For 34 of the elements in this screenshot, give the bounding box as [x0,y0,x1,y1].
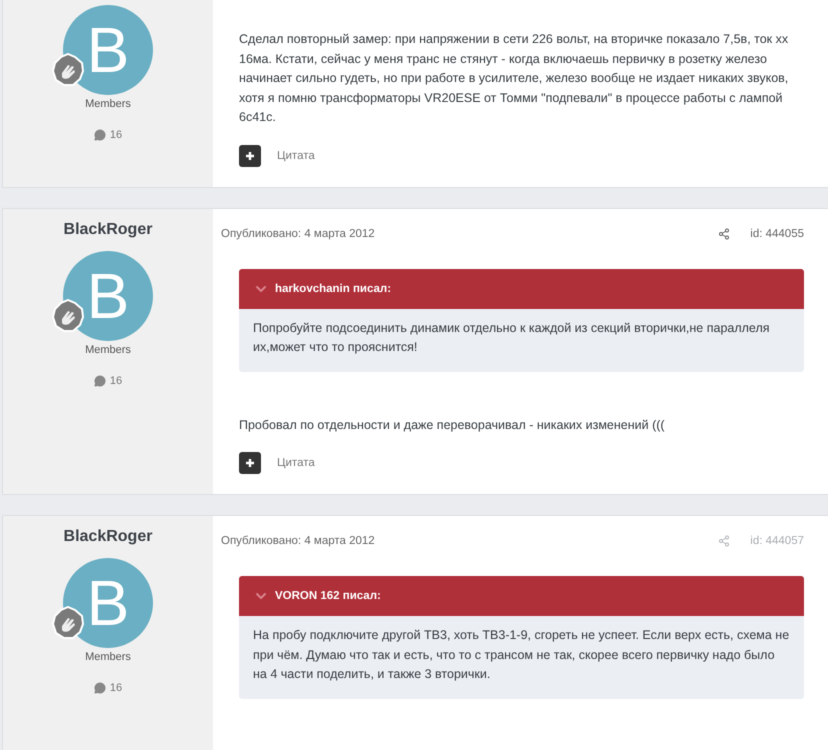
share-icon[interactable] [718,228,730,240]
comment-icon [94,682,106,694]
plus-button[interactable] [239,452,261,474]
quote-text: На пробу подключите другой ТВ3, хоть ТВ3-1-9, сгореть не успеет. Если верх есть, схема не при чём. Думаю что так и есть, что то с трансом не так, скорее всего первичку надо было на 4 части поделить, и также 3 вторички. [252,627,790,683]
post-text: Пробовал по отдельности и даже переворачивал - никаких изменений ((( [239,416,666,434]
badge-icon [51,53,85,87]
plus-icon [245,150,255,160]
author-name[interactable]: BlackRoger [64,528,152,546]
quote-text: Попробуйте подсоединить динамик отдельно к каждой из секций вторички,не параллеля их,может что то прояснится! [252,320,771,356]
published-date: Опубликовано: 4 марта 2012 [221,228,376,240]
avatar[interactable]: B [63,558,153,648]
post-text: Сделал повторный замер: при напряжении в сети 226 вольт, на вторичке показало 7,5в, ток хх 16ма. Кстати, сейчас у меня транс не стянут - когда включаешь первичку в розетку железо начинает сильно гудеть, но при работе в усилителе, железо вообще не издает никаких звуков, хотя я помню трансформаторы VR20ESE от Томми "подпевали" в процессе работы с лампой 6с41с. [239,31,790,126]
post-id[interactable]: id: 444055 [750,228,804,240]
member-group: Members [85,651,131,663]
badge-icon [51,606,85,640]
author-name[interactable]: BlackRoger [64,220,152,238]
post-count: 16 [110,682,122,694]
member-group: Members [85,344,131,356]
post-count: 16 [110,129,122,141]
quote-author: VORON 162 писал: [275,590,381,602]
plus-icon [245,458,255,468]
plus-button[interactable] [239,144,261,166]
badge-icon [51,298,85,332]
avatar[interactable]: B [63,5,153,95]
quote-link[interactable]: Цитата [277,150,315,162]
quote-link[interactable]: Цитата [277,457,315,469]
post-id[interactable]: id: 444057 [750,535,804,547]
post-count: 16 [110,374,122,386]
member-group: Members [85,98,131,110]
comment-icon [94,129,106,141]
quote-author: harkovchanin писал: [275,282,392,294]
published-date: Опубликовано: 4 марта 2012 [221,535,376,547]
comment-icon [94,374,106,386]
avatar[interactable]: B [63,250,153,340]
